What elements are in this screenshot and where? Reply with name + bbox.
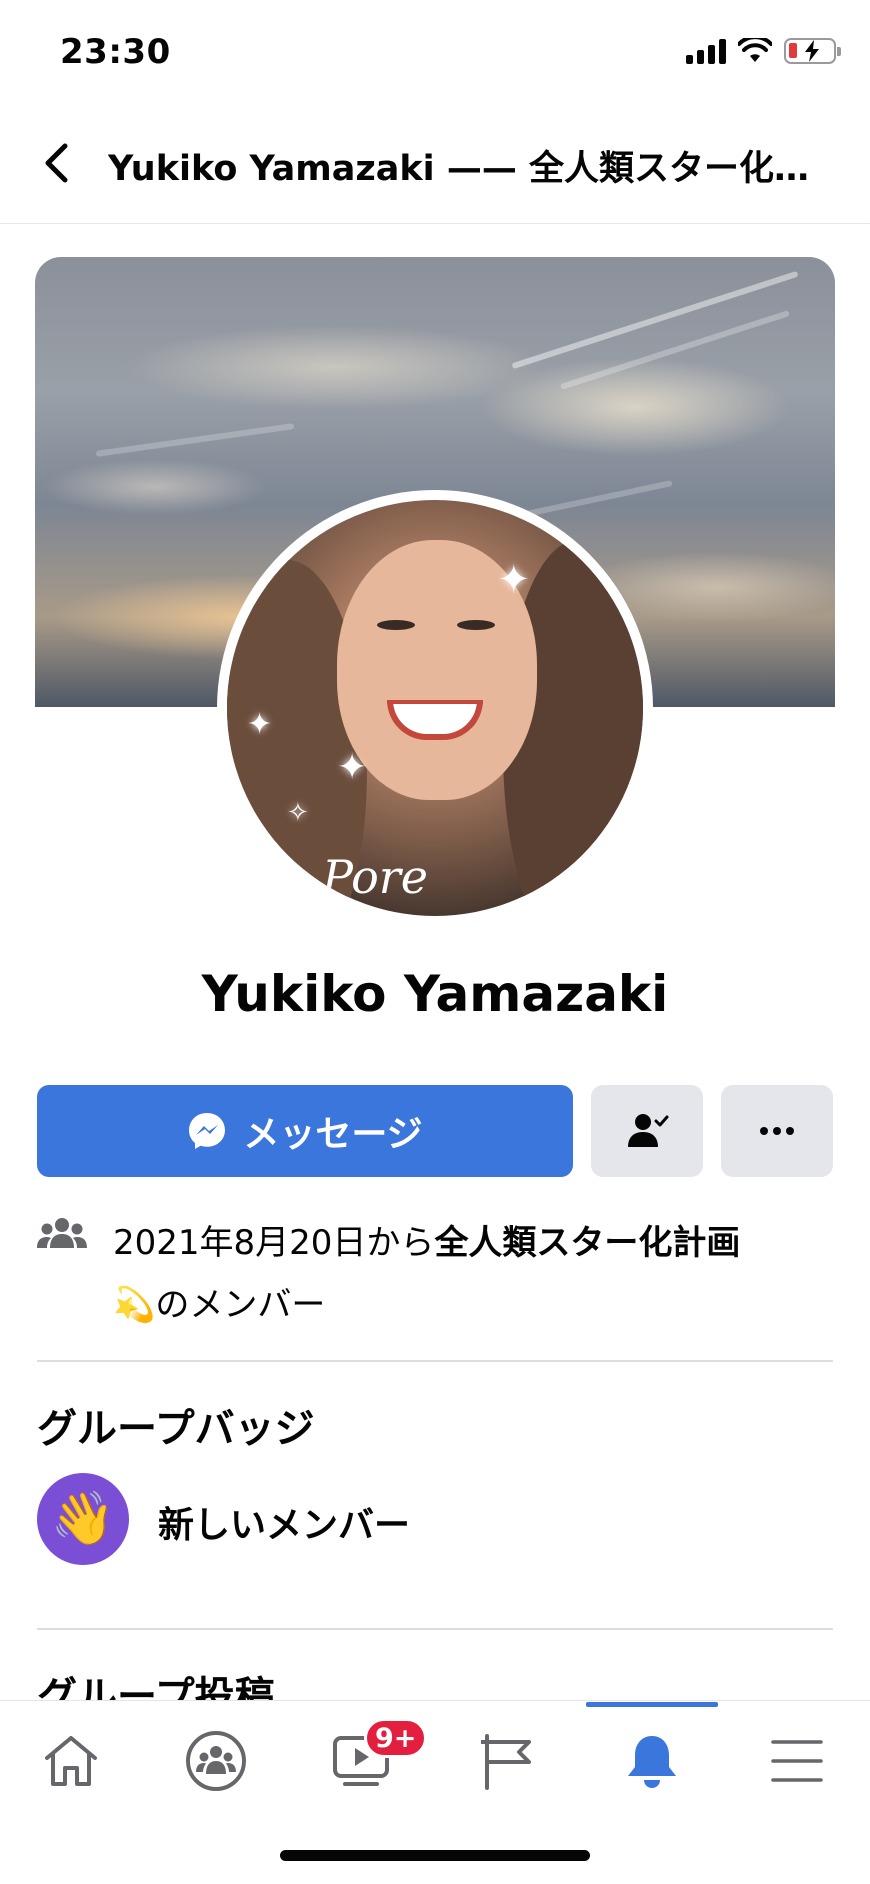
profile-avatar[interactable]: ✦ ✦ ✦ ✧ Pore xyxy=(217,490,653,926)
battery-low-charging-icon xyxy=(784,38,841,64)
more-horizontal-icon xyxy=(760,1127,794,1135)
friend-status-button[interactable] xyxy=(591,1085,703,1177)
wifi-icon xyxy=(738,38,772,62)
message-button[interactable]: メッセージ xyxy=(37,1085,573,1177)
tab-menu[interactable] xyxy=(742,1728,852,1794)
avatar-photo: ✦ ✦ ✦ ✧ Pore xyxy=(227,500,643,916)
group-name-link[interactable]: 全人類スター化計画 xyxy=(434,1223,740,1263)
tab-home[interactable] xyxy=(16,1728,126,1794)
status-icons xyxy=(686,38,841,64)
messenger-icon xyxy=(189,1113,226,1149)
profile-name: Yukiko Yamazaki xyxy=(201,965,669,1023)
sparkle-icon: ✦ xyxy=(247,707,273,742)
section-divider xyxy=(37,1360,833,1362)
home-indicator[interactable] xyxy=(280,1850,590,1861)
flag-icon xyxy=(481,1734,531,1790)
status-bar: 23:30 xyxy=(0,0,870,104)
home-icon xyxy=(45,1736,97,1786)
cellular-signal-icon xyxy=(686,38,726,64)
back-button[interactable] xyxy=(36,138,76,188)
membership-suffix: のメンバー xyxy=(155,1285,326,1325)
page-title: Yukiko Yamazaki —— 全人類スター化計画 xyxy=(108,149,836,189)
section-divider xyxy=(37,1628,833,1630)
membership-date: 2021年8月20日から xyxy=(113,1223,435,1263)
group-members-icon xyxy=(37,1218,87,1248)
friend-check-icon xyxy=(628,1114,669,1147)
bell-icon xyxy=(628,1736,676,1788)
group-badges-heading: グループバッジ xyxy=(37,1406,315,1452)
waving-hand-icon[interactable]: 👋 xyxy=(37,1473,129,1565)
active-tab-indicator xyxy=(586,1702,718,1707)
tab-pages[interactable] xyxy=(451,1728,561,1794)
more-options-button[interactable] xyxy=(721,1085,833,1177)
sparkle-icon: ✦ xyxy=(497,557,531,603)
sparkle-icon: ✧ xyxy=(287,798,309,828)
tab-notifications[interactable] xyxy=(597,1728,707,1794)
badge-emoji: 👋 xyxy=(50,1489,116,1549)
watch-notification-badge: 9+ xyxy=(364,1718,428,1758)
hamburger-menu-icon xyxy=(771,1740,823,1782)
avatar-script-text: Pore xyxy=(322,850,428,904)
tab-groups[interactable] xyxy=(161,1728,271,1794)
top-nav-header: Yukiko Yamazaki —— 全人類スター化計画 xyxy=(0,118,870,224)
chevron-left-icon xyxy=(45,143,68,183)
badge-label[interactable]: 新しいメンバー xyxy=(158,1496,410,1548)
groups-icon xyxy=(186,1731,246,1791)
sparkle-icon: ✦ xyxy=(337,747,368,788)
message-button-label: メッセージ xyxy=(243,1114,423,1155)
status-time: 23:30 xyxy=(60,32,171,72)
membership-emoji: 💫 xyxy=(113,1285,156,1325)
